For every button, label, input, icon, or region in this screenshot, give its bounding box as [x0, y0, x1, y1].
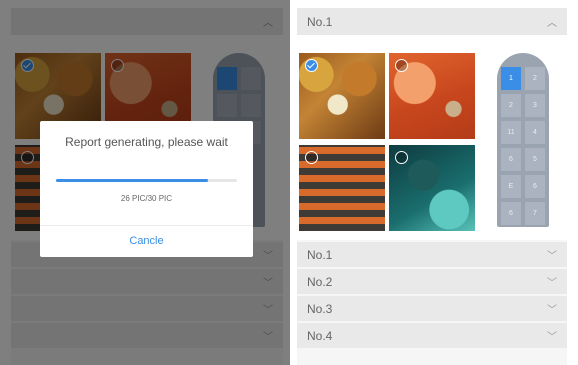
right-accordion-body: 1 2 2 3 11 4 6 5 E 6 6 7: [297, 35, 567, 240]
progress-count: 26 PIC/30 PIC: [120, 194, 173, 203]
row-label: No.2: [307, 274, 333, 289]
hull-cell[interactable]: 6: [501, 202, 521, 225]
hull-cell[interactable]: 6: [525, 175, 545, 198]
hull-cell[interactable]: 4: [525, 121, 545, 144]
hull-cell[interactable]: 1: [501, 67, 521, 90]
cancel-button[interactable]: Cancle: [40, 225, 253, 257]
right-panel: No.1 ︿ 1 2 2 3 11 4 6 5 E 6 6 7 No.1 ﹀ No.2 ﹀ No.3 …: [297, 8, 567, 365]
photo-thumbnail[interactable]: [389, 53, 475, 139]
right-header-title: No.1: [307, 14, 333, 29]
hull-cell[interactable]: 6: [501, 148, 521, 171]
right-accordion-row-4[interactable]: No.4 ﹀: [297, 321, 567, 348]
photo-thumbnail[interactable]: [299, 145, 385, 231]
hull-cell[interactable]: 2: [501, 94, 521, 117]
progress-bar: [56, 179, 237, 182]
hull-cell[interactable]: E: [501, 175, 521, 198]
hull-cell[interactable]: 5: [525, 148, 545, 171]
hull-grid: 1 2 2 3 11 4 6 5 E 6 6 7: [501, 67, 545, 225]
photo-thumbnail[interactable]: [389, 145, 475, 231]
progress-bar-fill: [56, 179, 209, 182]
chevron-down-icon: ﹀: [547, 305, 557, 316]
chevron-down-icon: ﹀: [547, 332, 557, 343]
hull-cell[interactable]: 11: [501, 121, 521, 144]
checkbox-checked-icon[interactable]: [305, 59, 318, 72]
row-label: No.1: [307, 247, 333, 262]
chevron-down-icon: ﹀: [547, 251, 557, 262]
right-accordion-row-2[interactable]: No.2 ﹀: [297, 267, 567, 294]
row-label: No.4: [307, 328, 333, 343]
checkbox-icon[interactable]: [305, 151, 318, 164]
photo-thumbnail[interactable]: [299, 53, 385, 139]
hull-cell[interactable]: 7: [525, 202, 545, 225]
dialog-title: Report generating, please wait: [65, 135, 228, 149]
hull-cell[interactable]: 2: [525, 67, 545, 90]
checkbox-icon[interactable]: [395, 151, 408, 164]
chevron-up-icon: ︿: [547, 18, 557, 29]
checkbox-icon[interactable]: [395, 59, 408, 72]
progress-dialog: Report generating, please wait 26 PIC/30…: [40, 121, 253, 257]
right-accordion-row-3[interactable]: No.3 ﹀: [297, 294, 567, 321]
hull-cell[interactable]: 3: [525, 94, 545, 117]
chevron-down-icon: ﹀: [547, 278, 557, 289]
hull-map: 1 2 2 3 11 4 6 5 E 6 6 7: [497, 53, 549, 227]
right-accordion-header[interactable]: No.1 ︿: [297, 8, 567, 35]
row-label: No.3: [307, 301, 333, 316]
right-accordion-row-1[interactable]: No.1 ﹀: [297, 240, 567, 267]
